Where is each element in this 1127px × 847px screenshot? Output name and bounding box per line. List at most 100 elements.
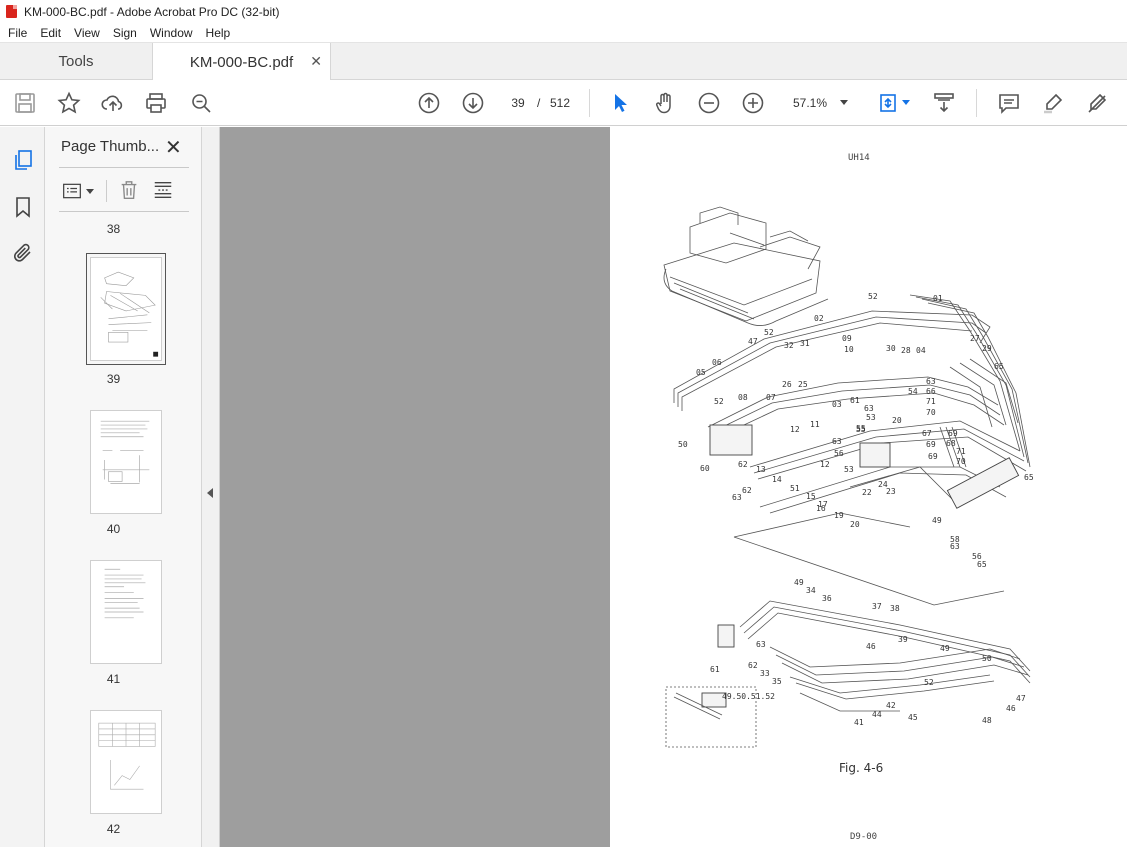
scroll-mode-icon[interactable] [930,89,958,117]
zoom-out-icon[interactable] [695,89,723,117]
callout: 25 [798,380,808,389]
thumbnail-options-icon[interactable] [61,181,83,204]
page-fit-chevron-icon[interactable] [902,100,910,105]
figure-caption: Fig. 4-6 [839,761,884,775]
toolbar: 39 / 512 57.1% [0,80,1127,126]
thumbnail-page-42[interactable] [90,710,162,814]
page-thumbnails-icon[interactable] [9,146,37,174]
hand-tool-icon[interactable] [651,89,679,117]
callout: 04 [916,346,926,355]
panel-collapse-handle[interactable] [202,127,220,847]
panel-divider [59,211,189,212]
callout: 56 [834,449,844,458]
thumbnail-page-41[interactable] [90,560,162,664]
callout: 03 [832,400,842,409]
callout: 48 [982,716,992,725]
print-icon[interactable] [142,89,170,117]
callout: 52 [924,678,934,687]
callout: 69 [948,429,958,438]
callout: 49 [932,516,942,525]
zoom-in-icon[interactable] [739,89,767,117]
callout: 08 [738,393,748,402]
callout: 38 [890,604,900,613]
thumbnail-text-preview [104,568,146,619]
collapse-arrow-icon[interactable] [207,488,213,498]
callout: 28 [901,346,911,355]
thumbnail-label: 41 [106,672,121,686]
callout: 60 [700,464,710,473]
tab-document[interactable]: KM-000-BC.pdf ✕ [152,43,331,81]
callout: 07 [766,393,776,402]
previous-page-icon[interactable] [415,89,443,117]
thumbnail-table-preview [98,722,156,790]
close-panel-icon[interactable]: ✕ [165,135,182,160]
menu-sign[interactable]: Sign [105,26,142,40]
cloud-upload-icon[interactable] [99,89,127,117]
document-canvas-background [220,127,610,847]
callout: 35 [772,677,782,686]
zoom-level-value: 57.1% [793,96,828,110]
page-number-input[interactable]: 39 [503,91,533,115]
callout: 63 [950,542,960,551]
thumbnail-label: 38 [106,222,121,236]
thumbnail-page-40[interactable] [90,410,162,514]
toolbar-divider [976,89,977,117]
callout: 39 [898,635,908,644]
callout: 62 [738,460,748,469]
star-icon[interactable] [55,89,83,117]
callout: 23 [886,487,896,496]
callout: 49 [794,578,804,587]
callout: 63 [756,640,766,649]
callout: 63 [864,404,874,413]
callout: 65 [977,560,987,569]
callout: 34 [806,586,816,595]
comment-icon[interactable] [995,89,1023,117]
options-chevron-icon[interactable] [86,189,94,194]
next-page-icon[interactable] [459,89,487,117]
window-title: KM-000-BC.pdf - Adobe Acrobat Pro DC (32… [24,4,280,19]
callout: 68 [946,439,956,448]
page-separator: / [537,96,541,110]
pdf-page-view[interactable]: UH14 52 01 02 52 47 32 31 09 10 30 28 04… [610,127,1127,847]
zoom-search-icon[interactable] [187,89,215,117]
callout: 45 [908,713,918,722]
menu-file[interactable]: File [0,26,32,40]
attachment-icon[interactable] [9,239,37,267]
left-nav-rail [0,127,45,847]
callout: 63 [926,377,936,386]
delete-page-icon[interactable] [118,178,140,205]
callout: 27 [970,334,980,343]
panel-toolbar [59,176,189,204]
extract-pages-icon[interactable] [152,178,174,205]
callout: 14 [772,475,782,484]
callout: 41 [854,718,864,727]
bookmark-icon[interactable] [9,193,37,221]
select-cursor-icon[interactable] [606,89,634,117]
menu-edit[interactable]: Edit [32,26,66,40]
highlight-pen-icon[interactable] [1039,89,1067,117]
callout: 12 [790,425,800,434]
callout: 32 [784,341,794,350]
callout: 61 [710,665,720,674]
tab-bar: Tools KM-000-BC.pdf ✕ [0,43,1127,81]
callout: 69 [928,452,938,461]
menu-help[interactable]: Help [198,26,236,40]
callout: 53 [844,465,854,474]
page-thumbnails-panel: Page Thumb... ✕ 38 39 40 41 42 [45,127,238,847]
callout: 17 [818,500,828,509]
page-fit-icon[interactable] [875,89,903,117]
callout: 29 [982,344,992,353]
zoom-level-dropdown[interactable]: 57.1% [784,91,854,115]
callout: 19 [834,511,844,520]
callout: 55 [856,425,866,434]
save-icon[interactable] [11,89,39,117]
close-tab-icon[interactable]: ✕ [310,53,322,70]
tab-tools[interactable]: Tools [0,43,152,80]
callout: 53 [866,413,876,422]
callout: 33 [760,669,770,678]
callout: 63 [832,437,842,446]
thumbnail-page-39[interactable] [86,253,166,365]
draw-sign-icon[interactable] [1083,89,1111,117]
menu-view[interactable]: View [66,26,105,40]
menu-window[interactable]: Window [142,26,198,40]
